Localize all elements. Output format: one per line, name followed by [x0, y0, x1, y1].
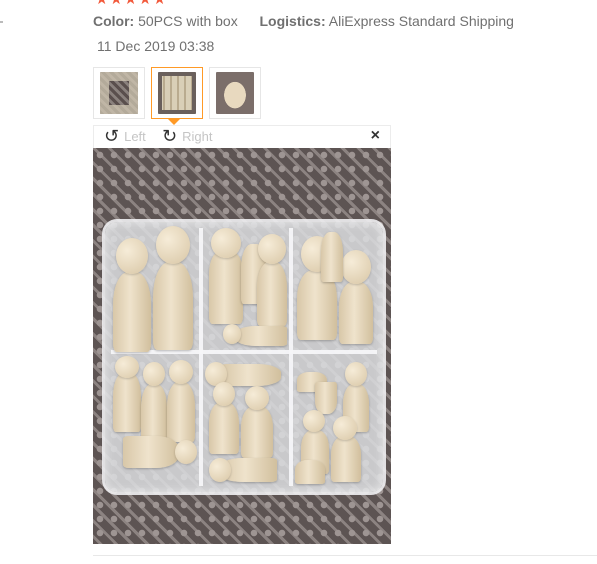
- divider: [93, 555, 597, 556]
- rotate-left-icon: ↺: [104, 126, 120, 146]
- color-label: Color:: [93, 13, 135, 29]
- star-rating: ★ ★ ★ ★ ★: [95, 0, 166, 7]
- rotate-left-button[interactable]: ↺ Left: [104, 126, 146, 146]
- star-icon: ★: [138, 0, 151, 7]
- star-icon: ★: [124, 0, 137, 7]
- rotate-right-button[interactable]: ↻ Right: [162, 126, 213, 146]
- rotate-right-icon: ↻: [162, 126, 178, 146]
- review-meta: Color: 50PCS with box Logistics: AliExpr…: [93, 13, 514, 29]
- star-icon: ★: [95, 0, 108, 7]
- rotate-left-label: Left: [124, 128, 146, 144]
- star-icon: ★: [109, 0, 122, 7]
- thumbnail-2[interactable]: [151, 67, 203, 119]
- star-icon: ★: [153, 0, 166, 7]
- thumbnail-3[interactable]: [209, 67, 261, 119]
- color-value: 50PCS with box: [138, 13, 238, 29]
- viewer-toolbar: ↺ Left ↻ Right ×: [93, 125, 391, 148]
- thumbnail-image: [100, 72, 138, 114]
- review-date: 11 Dec 2019 03:38: [97, 38, 215, 54]
- thumbnail-image: [216, 72, 254, 114]
- thumbnail-1[interactable]: [93, 67, 145, 119]
- plastic-box: [105, 222, 383, 492]
- close-icon[interactable]: ×: [371, 127, 380, 145]
- thumbnail-image: [158, 72, 196, 114]
- left-edge-mark: [0, 21, 3, 23]
- logistics-value: AliExpress Standard Shipping: [328, 13, 514, 29]
- logistics-label: Logistics:: [259, 13, 326, 29]
- image-viewer: ↺ Left ↻ Right ×: [93, 125, 391, 544]
- rotate-right-label: Right: [182, 128, 213, 144]
- review-photo: [93, 148, 391, 544]
- thumbnail-strip: [93, 67, 261, 119]
